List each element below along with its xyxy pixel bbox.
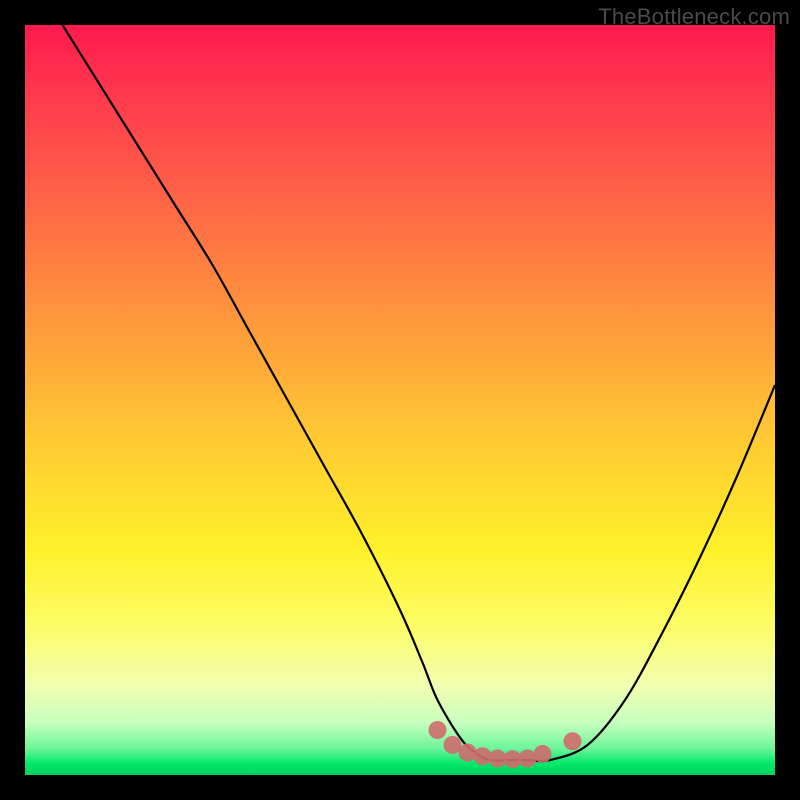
chart-plot-area [25,25,775,775]
curve-marker [459,744,477,762]
marker-group [429,721,582,768]
chart-frame: TheBottleneck.com [0,0,800,800]
watermark-text: TheBottleneck.com [598,4,790,30]
curve-marker [534,745,552,763]
chart-svg [25,25,775,775]
curve-marker [564,732,582,750]
bottleneck-curve [63,25,776,761]
curve-marker [429,721,447,739]
